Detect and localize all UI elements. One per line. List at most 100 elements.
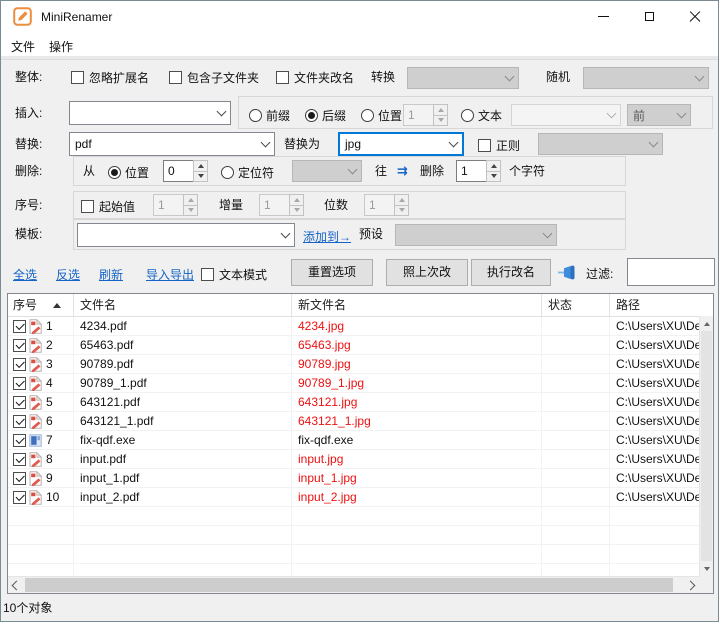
row-checkbox[interactable] [13,319,26,333]
status-cell [542,412,610,430]
up-triangle-icon [437,107,444,112]
checkbox-include-subfolders[interactable]: 包含子文件夹 [169,69,259,86]
radio-suffix[interactable]: 后缀 [305,107,346,124]
header-path[interactable]: 路径 [610,294,713,316]
pdf-file-icon [29,337,42,353]
spin-down-button[interactable] [487,172,500,182]
increment-spinner: 1 [259,194,304,216]
select-all-link[interactable]: 全选 [13,266,37,283]
replace-find-dropdown[interactable]: pdf [69,132,275,156]
reset-options-button[interactable]: 重置选项 [291,259,373,286]
replace-with-dropdown[interactable]: jpg [338,132,464,156]
scroll-down-button[interactable] [700,561,714,576]
invert-selection-link[interactable]: 反选 [56,266,80,283]
redo-last-button[interactable]: 照上次改 [386,259,468,286]
app-pencil-icon [13,7,32,26]
pdf-file-icon [29,394,42,410]
vertical-scrollbar[interactable] [699,316,713,576]
status-cell [542,488,610,506]
up-triangle-icon [490,163,497,168]
row-checkbox[interactable] [13,433,26,447]
row-checkbox[interactable] [13,414,26,428]
header-new-filename[interactable]: 新文件名 [292,294,542,316]
filename-cell: 4234.pdf [74,317,292,335]
header-status[interactable]: 状态 [542,294,610,316]
row-checkbox[interactable] [13,338,26,352]
radio-delete-anchor[interactable]: 定位符 [221,164,274,181]
file-name: input_1.pdf [80,471,140,485]
table-row[interactable]: 3 90789.pdf 90789.jpg C:\Users\XU\Des [8,355,713,374]
maximize-button[interactable] [626,1,672,32]
insert-front-dropdown: 前 [627,104,691,126]
checkbox-start-value[interactable]: 起始值 [81,198,135,215]
chevron-down-icon [542,228,553,239]
new-file-name: fix-qdf.exe [298,433,354,447]
table-row[interactable]: 9 input_1.pdf input_1.jpg C:\Users\XU\De… [8,469,713,488]
left-chevron-icon [11,580,22,591]
table-row[interactable]: 2 65463.pdf 65463.jpg C:\Users\XU\Des [8,336,713,355]
insert-text-dropdown[interactable] [69,101,231,125]
menu-action[interactable]: 操作 [43,35,79,58]
scroll-right-button[interactable] [682,577,699,594]
row-checkbox[interactable] [13,395,26,409]
radio-position[interactable]: 位置 [361,107,402,124]
close-button[interactable] [672,1,718,32]
radio-text[interactable]: 文本 [461,107,502,124]
checkbox-ignore-extension[interactable]: 忽略扩展名 [71,69,149,86]
row-checkbox[interactable] [13,376,26,390]
right-chevron-icon [685,580,696,591]
radio-delete-position[interactable]: 位置 [108,164,149,181]
file-path: C:\Users\XU\Des [616,376,708,390]
horizontal-scrollbar[interactable] [8,576,699,593]
row-checkbox[interactable] [13,490,26,504]
scroll-up-button[interactable] [700,316,714,331]
chevron-down-icon [648,137,659,148]
file-name: 90789.pdf [80,357,134,371]
seq-cell: 10 [8,488,74,506]
add-to-preset-link[interactable]: 添加到→ [303,228,351,245]
table-row[interactable]: 6 643121_1.pdf 643121_1.jpg C:\Users\XU\… [8,412,713,431]
refresh-link[interactable]: 刷新 [99,266,123,283]
regex-preset-dropdown [538,133,663,155]
menu-file[interactable]: 文件 [5,35,41,58]
pin-icon[interactable] [558,265,578,280]
direction-arrow-toggle[interactable]: ⇉ [397,156,408,186]
spinner-buttons [394,194,409,216]
file-path: C:\Users\XU\Des [616,433,708,447]
filter-input[interactable] [627,258,715,286]
row-checkbox[interactable] [13,452,26,466]
checkbox-text-mode[interactable]: 文本模式 [201,266,267,283]
row-checkbox[interactable] [13,471,26,485]
pdf-file-icon [29,413,42,429]
delete-count-spinner[interactable]: 1 [456,160,501,182]
table-row[interactable]: 4 90789_1.pdf 90789_1.jpg C:\Users\XU\De… [8,374,713,393]
preset-label: 预设 [359,227,384,241]
table-row[interactable]: 1 4234.pdf 4234.jpg C:\Users\XU\Des [8,317,713,336]
checkbox-folder-rename[interactable]: 文件夹改名 [276,69,354,86]
new-file-name: 643121_1.jpg [298,414,371,428]
table-row[interactable]: 10 input_2.pdf input_2.jpg C:\Users\XU\D… [8,488,713,507]
execute-rename-button[interactable]: 执行改名 [471,259,551,286]
table-row[interactable]: 8 input.pdf input.jpg C:\Users\XU\Des [8,450,713,469]
minimize-button[interactable] [580,1,626,32]
import-export-link[interactable]: 导入导出 [146,266,194,283]
spin-up-button[interactable] [194,161,207,172]
radio-prefix[interactable]: 前缀 [249,107,290,124]
replace-with-label: 替换为 [284,137,321,151]
table-row[interactable]: 5 643121.pdf 643121.jpg C:\Users\XU\Des [8,393,713,412]
scroll-left-button[interactable] [8,577,25,594]
horizontal-scrollbar-thumb[interactable] [25,578,673,592]
template-dropdown[interactable] [77,223,295,247]
spin-up-button[interactable] [487,161,500,172]
delete-position-spinner[interactable]: 0 [163,160,208,182]
status-bar-text: 10个对象 [3,601,53,615]
header-seq[interactable]: 序号 [8,294,74,316]
vertical-scrollbar-thumb[interactable] [701,331,712,561]
header-filename[interactable]: 文件名 [74,294,292,316]
spin-down-button[interactable] [194,172,207,182]
checkbox-box [169,71,182,84]
checkbox-regex[interactable]: 正则 [478,137,520,154]
row-checkbox[interactable] [13,357,26,371]
empty-cell [8,526,74,544]
table-row[interactable]: 7 fix-qdf.exe fix-qdf.exe C:\Users\XU\De… [8,431,713,450]
